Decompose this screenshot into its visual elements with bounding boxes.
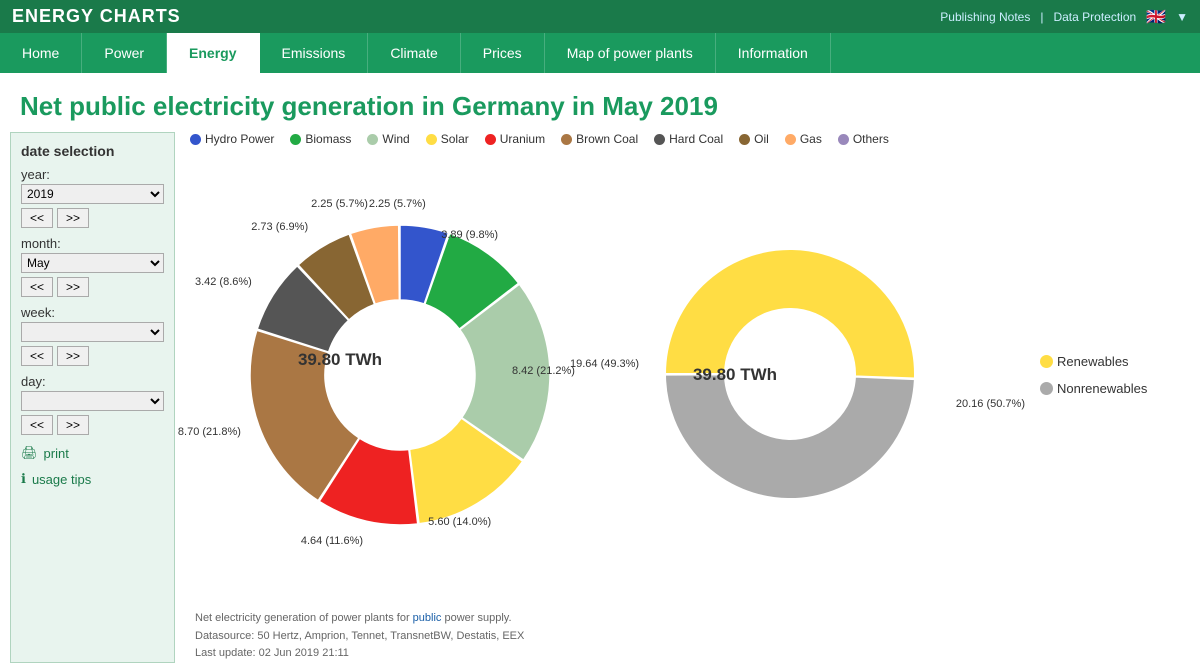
top-bar: ENERGY CHARTS Publishing Notes | Data Pr…	[0, 0, 1200, 33]
highlight-public: public	[413, 612, 442, 624]
legend-label: Biomass	[305, 132, 351, 146]
donut1-label-hard-coal: 3.42 (8.6%)	[195, 276, 252, 288]
week-label: week:	[21, 305, 164, 320]
legend-label: Oil	[754, 132, 769, 146]
publishing-notes-link[interactable]: Publishing Notes	[940, 10, 1030, 24]
page-title: Net public electricity generation in Ger…	[0, 73, 1200, 132]
donut2-renewables-label: 20.16 (50.7%)	[956, 398, 1025, 410]
legend-dot	[290, 134, 301, 145]
donut1-label-uranium: 4.64 (11.6%)	[301, 535, 363, 547]
week-select[interactable]	[21, 322, 164, 342]
nav-item-prices[interactable]: Prices	[461, 33, 545, 73]
donut1-label-hydro-power: 2.25 (5.7%)	[369, 198, 426, 210]
top-links: Publishing Notes | Data Protection 🇬🇧 ▼	[940, 7, 1188, 27]
month-label: month:	[21, 236, 164, 251]
footer-line1: Net electricity generation of power plan…	[195, 610, 1190, 628]
month-prev-button[interactable]: <<	[21, 277, 53, 297]
nav-item-power[interactable]: Power	[82, 33, 167, 73]
print-action[interactable]: 🖨 print	[21, 445, 164, 461]
legend-label: Wind	[382, 132, 409, 146]
day-prev-button[interactable]: <<	[21, 415, 53, 435]
nav-item-information[interactable]: Information	[716, 33, 831, 73]
donut2-nonrenewables-label: 19.64 (49.3%)	[570, 358, 639, 370]
legend-item-brown-coal: Brown Coal	[561, 132, 638, 146]
footer-note: Net electricity generation of power plan…	[190, 610, 1190, 663]
legend-label: Solar	[441, 132, 469, 146]
legend-item-gas: Gas	[785, 132, 822, 146]
legend-dot	[561, 134, 572, 145]
nav-item-energy[interactable]: Energy	[167, 33, 259, 73]
nav-item-home[interactable]: Home	[0, 33, 82, 73]
tips-action[interactable]: ℹ usage tips	[21, 471, 164, 487]
donut1-container: 39.80 TWh 2.25 (5.7%)3.89 (9.8%)8.42 (21…	[190, 160, 610, 590]
site-title: ENERGY CHARTS	[12, 6, 181, 27]
year-label: year:	[21, 167, 164, 182]
legend-item-biomass: Biomass	[290, 132, 351, 146]
nav-item-climate[interactable]: Climate	[368, 33, 460, 73]
print-icon: 🖨	[21, 445, 38, 461]
nav-item-emissions[interactable]: Emissions	[260, 33, 369, 73]
legend-dot	[838, 134, 849, 145]
sidebar-heading: date selection	[21, 143, 164, 159]
legend-item-oil: Oil	[739, 132, 769, 146]
donut1-label-biomass: 3.89 (9.8%)	[441, 229, 498, 241]
tips-label: usage tips	[32, 472, 91, 487]
legend-label: Others	[853, 132, 889, 146]
donut1-label-wind: 8.42 (21.2%)	[512, 365, 575, 377]
week-prev-button[interactable]: <<	[21, 346, 53, 366]
donut2-slice-renewables	[665, 249, 915, 378]
legend-label: Gas	[800, 132, 822, 146]
year-prev-button[interactable]: <<	[21, 208, 53, 228]
year-next-button[interactable]: >>	[57, 208, 89, 228]
legend-dot	[367, 134, 378, 145]
legend-item-hydro-power: Hydro Power	[190, 132, 274, 146]
year-select[interactable]: 2019 2018 2017 2016 2015	[21, 184, 164, 204]
main-layout: date selection year: 2019 2018 2017 2016…	[0, 132, 1200, 663]
month-select[interactable]: May JanuaryFebruaryMarch AprilJuneJuly A…	[21, 253, 164, 273]
donut1-label-solar: 5.60 (14.0%)	[428, 516, 491, 528]
legend-dot	[654, 134, 665, 145]
donut1-label-oil: 2.73 (6.9%)	[251, 221, 308, 233]
footer-line2: Datasource: 50 Hertz, Amprion, Tennet, T…	[195, 628, 1190, 646]
legend-dot	[426, 134, 437, 145]
legend-label: Brown Coal	[576, 132, 638, 146]
donut2-legend-nonrenewables: Nonrenewables	[1040, 381, 1147, 396]
legend-item-others: Others	[838, 132, 889, 146]
donut2-legend-renewables: Renewables	[1040, 354, 1147, 369]
flag-dropdown-icon[interactable]: ▼	[1176, 10, 1188, 24]
donut2-area: 39.80 TWh 19.64 (49.3%) 20.16 (50.7%) Re…	[650, 234, 1147, 517]
day-label: day:	[21, 374, 164, 389]
week-next-button[interactable]: >>	[57, 346, 89, 366]
footer-line3: Last update: 02 Jun 2019 21:11	[195, 645, 1190, 663]
legend-item-hard-coal: Hard Coal	[654, 132, 723, 146]
legend-dot	[785, 134, 796, 145]
legend-item-wind: Wind	[367, 132, 409, 146]
chart-area: Hydro Power Biomass Wind Solar Uranium Brown …	[190, 132, 1190, 663]
data-protection-link[interactable]: Data Protection	[1053, 10, 1136, 24]
donut2-total-label: 39.80 TWh	[680, 365, 790, 385]
day-next-button[interactable]: >>	[57, 415, 89, 435]
legend-item-uranium: Uranium	[485, 132, 545, 146]
legend-dot	[485, 134, 496, 145]
legend-dot	[739, 134, 750, 145]
print-label: print	[44, 446, 69, 461]
day-select[interactable]	[21, 391, 164, 411]
sidebar: date selection year: 2019 2018 2017 2016…	[10, 132, 175, 663]
legend-label: Hydro Power	[205, 132, 274, 146]
chart-legend: Hydro Power Biomass Wind Solar Uranium Brown …	[190, 132, 1190, 146]
tips-icon: ℹ	[21, 471, 26, 487]
charts-row: 39.80 TWh 2.25 (5.7%) 3.89 (9.8%) 8.42 (21…	[190, 160, 1190, 590]
donut1-label-gas: 2.25 (5.7%)	[311, 198, 368, 210]
donut2-legend: Renewables Nonrenewables	[1040, 354, 1147, 396]
nav-item-map-of-power-plants[interactable]: Map of power plants	[545, 33, 716, 73]
legend-dot	[190, 134, 201, 145]
legend-label: Hard Coal	[669, 132, 723, 146]
legend-label: Uranium	[500, 132, 545, 146]
legend-item-solar: Solar	[426, 132, 469, 146]
flag-icon[interactable]: 🇬🇧	[1146, 7, 1166, 27]
donut2-slice-nonrenewables	[665, 374, 915, 499]
donut1-label-brown-coal: 8.70 (21.8%)	[178, 426, 241, 438]
month-next-button[interactable]: >>	[57, 277, 89, 297]
main-nav: HomePowerEnergyEmissionsClimatePricesMap…	[0, 33, 1200, 73]
